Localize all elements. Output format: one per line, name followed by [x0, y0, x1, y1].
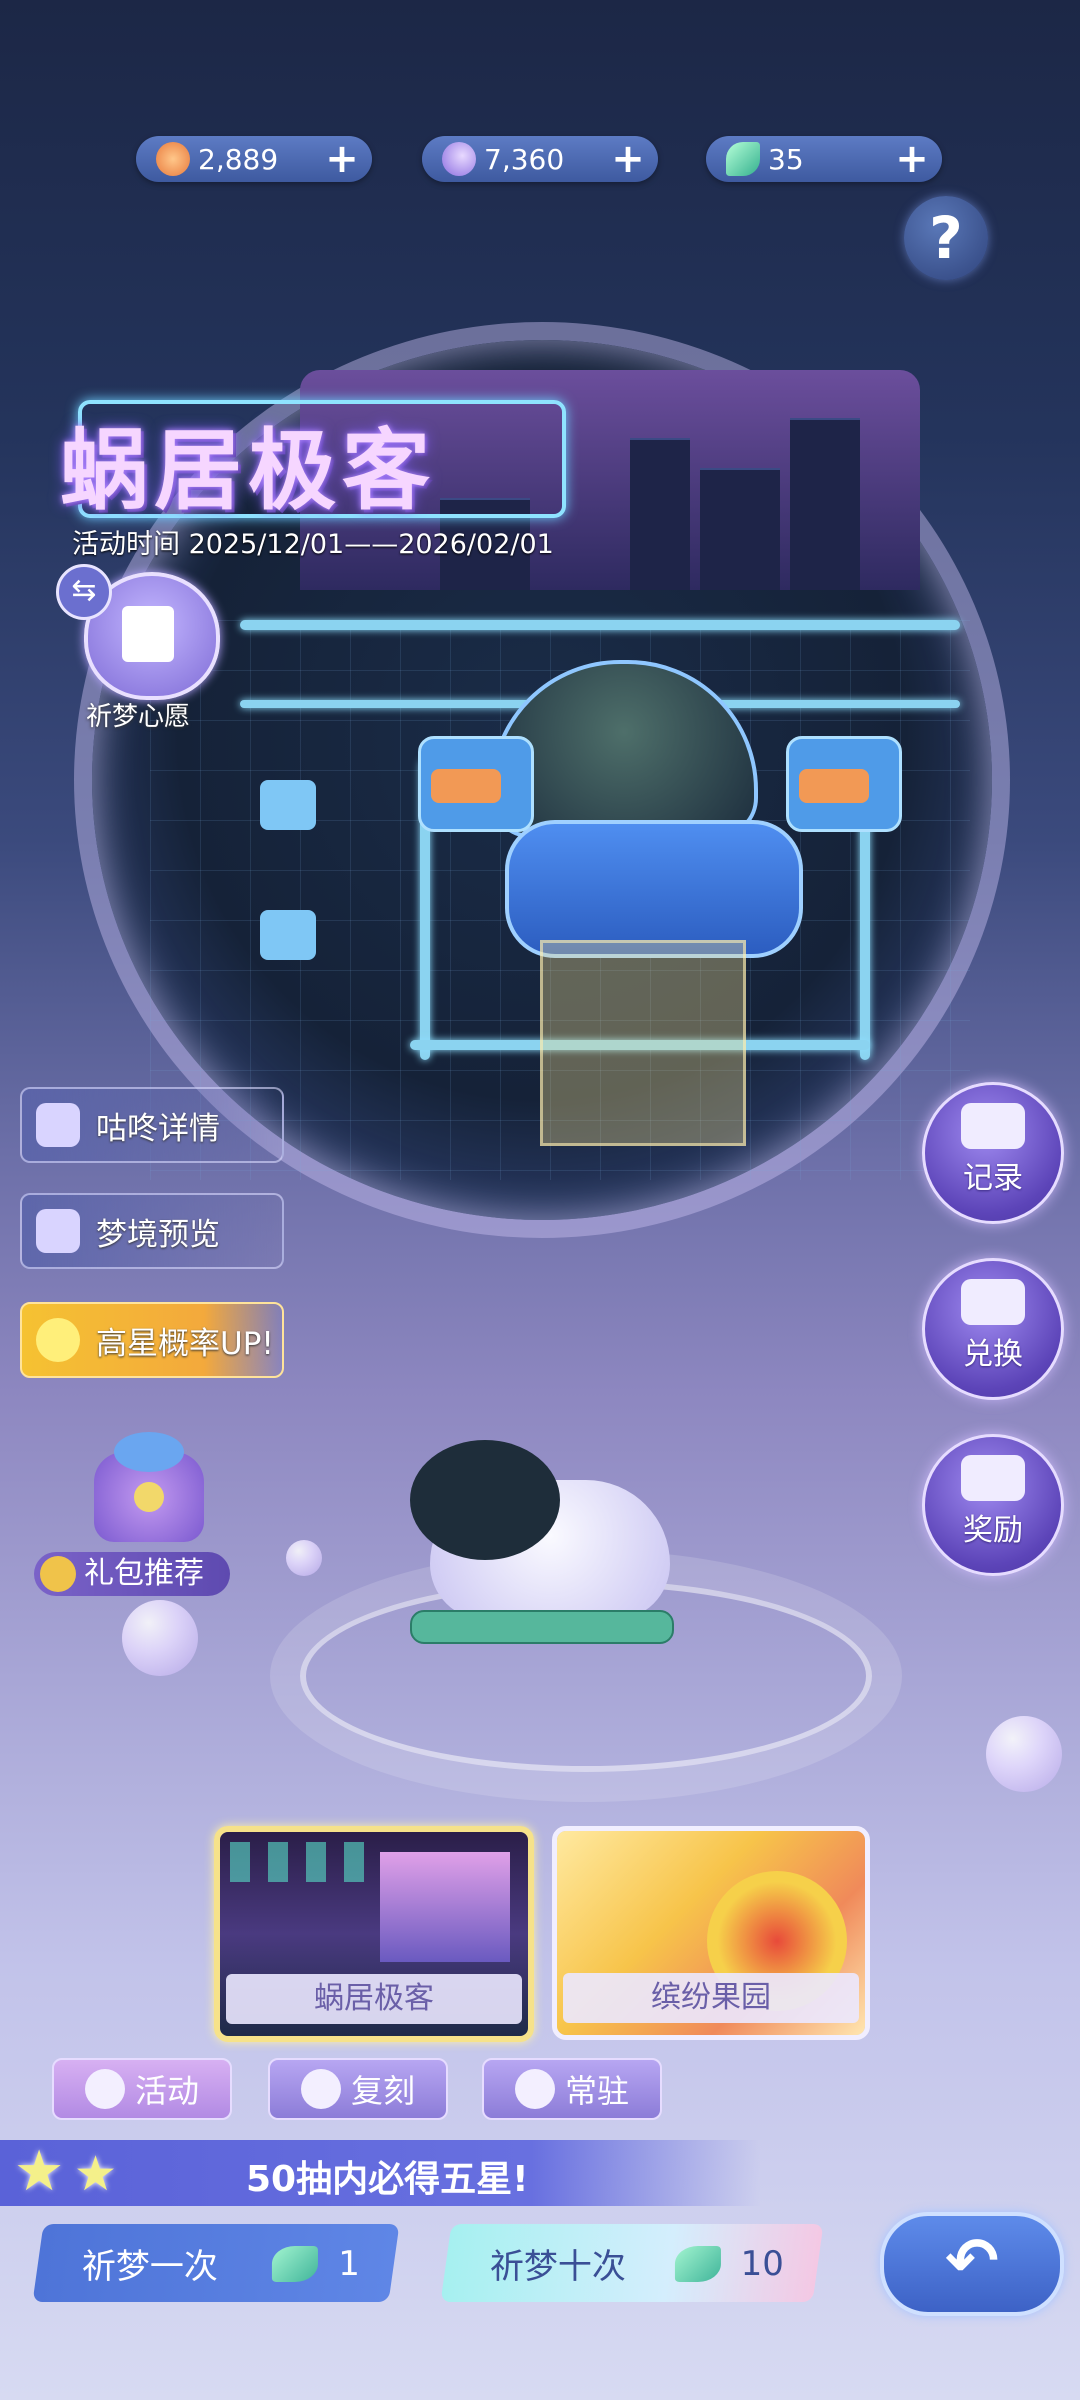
guarantee-banner: ★ ★ 50抽内必得五星! — [0, 2140, 760, 2206]
currency-feather-value: 35 — [768, 142, 804, 176]
draw-once-label: 祈梦一次 — [82, 2246, 218, 2287]
draw-once-button[interactable]: 祈梦一次 1 — [32, 2224, 400, 2302]
swap-icon[interactable]: ⇆ — [56, 564, 112, 620]
exchange-label: 兑换 — [963, 1337, 1023, 1372]
tab-standard-label: 常驻 — [564, 2072, 629, 2110]
shop-icon — [961, 1279, 1025, 1325]
draw-ten-cost: 10 — [740, 2243, 784, 2283]
currency-moon: 7,360 + — [422, 136, 658, 182]
dream-preview-button[interactable]: 梦境预览 — [20, 1193, 284, 1269]
sleeping-creature[interactable] — [400, 1440, 700, 1644]
dream-orb — [286, 1540, 322, 1576]
party-popper-icon — [84, 2069, 125, 2109]
currency-sun-value: 2,889 — [198, 142, 279, 176]
draw-ten-label: 祈梦十次 — [490, 2246, 626, 2287]
gift-recommend-label: 礼包推荐 — [84, 1556, 204, 1591]
armchair-right — [786, 736, 902, 832]
currency-feather: 35 + — [706, 136, 942, 182]
stool — [260, 910, 316, 960]
rate-up-button[interactable]: 高星概率UP! — [20, 1302, 284, 1378]
dream-orb — [986, 1716, 1062, 1792]
magnifier-star-icon — [961, 1455, 1025, 1501]
gift-package-icon[interactable] — [74, 1432, 224, 1552]
blue-bathtub — [505, 820, 803, 958]
tab-rerun[interactable]: 复刻 — [268, 2058, 448, 2120]
cat-icon — [36, 1103, 80, 1147]
moon-card-icon — [36, 1209, 80, 1253]
record-label: 记录 — [963, 1161, 1023, 1196]
star-icon: ★ — [14, 2139, 65, 2204]
gudong-details-label: 咕咚详情 — [96, 1110, 220, 1147]
reward-label: 奖励 — [963, 1513, 1023, 1548]
star-icon — [36, 1318, 80, 1362]
event-time: 活动时间 2025/12/01——2026/02/01 — [72, 529, 554, 560]
moon-crystal-icon — [442, 142, 476, 176]
banner-card[interactable]: 缤纷果园 — [552, 1826, 870, 2040]
currency-sun: 2,889 + — [136, 136, 372, 182]
add-sun-button[interactable]: + — [322, 139, 362, 179]
gudong-details-button[interactable]: 咕咚详情 — [20, 1087, 284, 1163]
armchair-left — [418, 736, 534, 832]
money-bag-icon — [40, 1556, 76, 1592]
feather-icon — [726, 142, 760, 176]
banner-label: 蜗居极客 — [226, 1974, 522, 2024]
reward-button[interactable]: 奖励 — [922, 1434, 1064, 1576]
dream-orb — [122, 1600, 198, 1676]
feather-icon — [272, 2245, 319, 2281]
banner-label: 缤纷果园 — [563, 1973, 859, 2023]
sun-coin-icon — [156, 142, 190, 176]
clock-icon — [300, 2069, 341, 2109]
feather-icon — [674, 2245, 721, 2281]
gift-recommend-button[interactable]: 礼包推荐 — [34, 1552, 230, 1596]
draw-once-cost: 1 — [338, 2243, 360, 2283]
swirl-icon — [514, 2069, 555, 2109]
neon-pipe — [240, 620, 960, 630]
tab-activity[interactable]: 活动 — [52, 2058, 232, 2120]
add-feather-button[interactable]: + — [892, 139, 932, 179]
currency-moon-value: 7,360 — [484, 142, 565, 176]
bamboo-pillow — [410, 1610, 674, 1644]
fish-list-icon — [961, 1103, 1025, 1149]
dream-preview-label: 梦境预览 — [96, 1216, 220, 1253]
wishlist-doc-icon — [122, 606, 174, 662]
stool — [260, 780, 316, 830]
draw-ten-button[interactable]: 祈梦十次 10 — [440, 2224, 824, 2302]
banner-card-selected[interactable]: 蜗居极客 — [214, 1826, 534, 2042]
back-button[interactable]: ↶ — [880, 2212, 1064, 2316]
wish-button[interactable]: ⇆ — [56, 564, 234, 710]
help-button[interactable]: ? — [904, 196, 988, 280]
add-moon-button[interactable]: + — [608, 139, 648, 179]
light-pillar — [540, 940, 746, 1146]
tab-rerun-label: 复刻 — [350, 2072, 415, 2110]
tab-standard[interactable]: 常驻 — [482, 2058, 662, 2120]
guarantee-text: 50抽内必得五星! — [246, 2159, 529, 2200]
record-button[interactable]: 记录 — [922, 1082, 1064, 1224]
rate-up-label: 高星概率UP! — [96, 1325, 274, 1362]
event-title: 蜗居极客 — [60, 418, 437, 522]
star-icon: ★ — [74, 2146, 118, 2202]
wish-label: 祈梦心愿 — [86, 702, 191, 732]
exchange-button[interactable]: 兑换 — [922, 1258, 1064, 1400]
tab-activity-label: 活动 — [134, 2072, 199, 2110]
